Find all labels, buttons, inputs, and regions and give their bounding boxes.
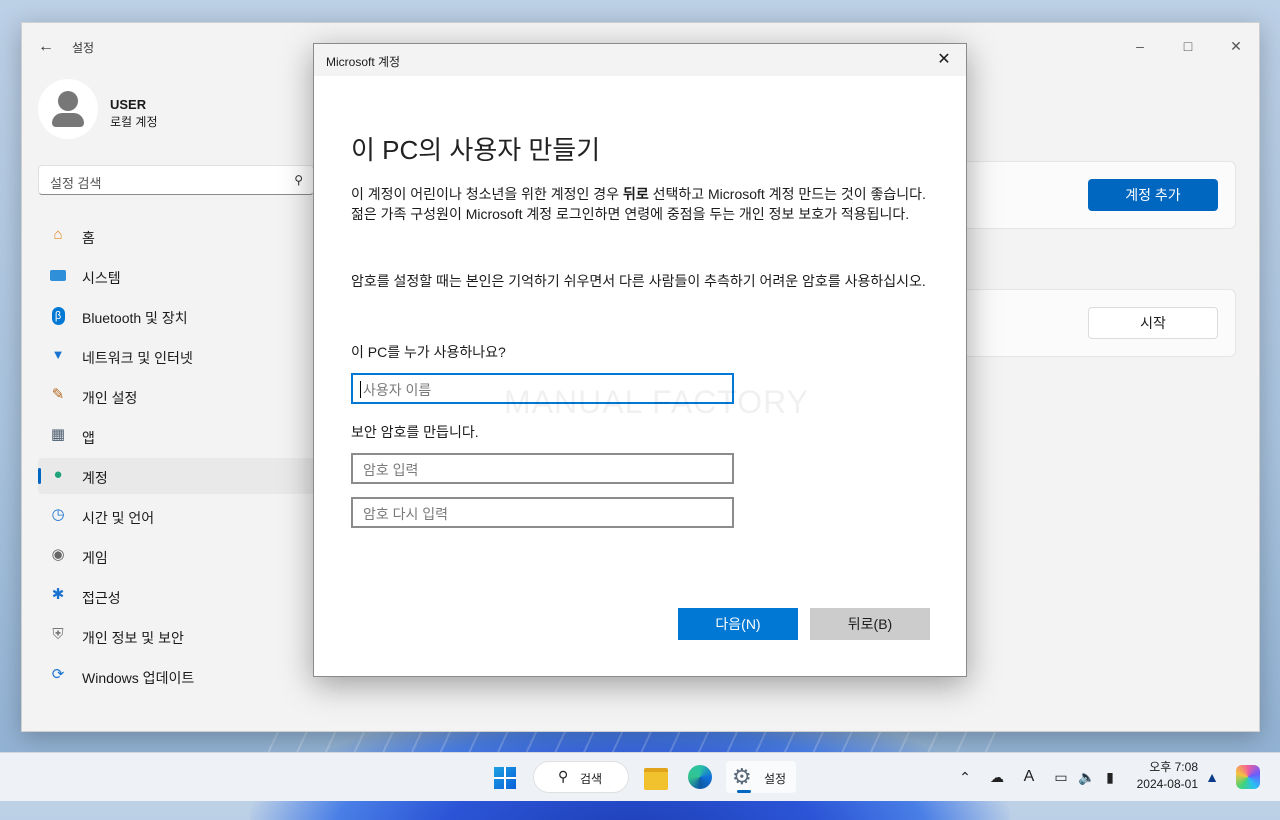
volume-icon[interactable]: 🔈 [1077, 767, 1097, 787]
taskbar-settings-app[interactable]: ⚙ 설정 [726, 761, 796, 793]
cloud-off-icon[interactable]: ☁ [987, 767, 1007, 787]
file-explorer-icon[interactable] [640, 761, 672, 793]
dialog-paragraph-password-tip: 암호를 설정할 때는 본인은 기억하기 쉬우면서 다른 사람들이 추측하기 어려… [351, 273, 926, 289]
clock[interactable]: 오후 7:08 2024-08-01 [1126, 759, 1198, 793]
brush-icon: ✎ [51, 386, 65, 403]
sidebar-item-label: 게임 [82, 550, 108, 566]
close-icon[interactable]: ✕ [1213, 31, 1259, 61]
password-confirm-input[interactable]: 암호 다시 입력 [351, 497, 734, 528]
taskbar-search-box[interactable]: ⚲ 검색 [533, 761, 629, 793]
sidebar-item-time-language[interactable]: ◷ 시간 및 언어 [38, 498, 338, 534]
sidebar-item-label: 앱 [82, 430, 95, 446]
gear-icon: ⚙ [732, 764, 752, 789]
avatar [38, 79, 98, 139]
dialog-close-icon[interactable]: ✕ [932, 50, 956, 70]
clock-time: 오후 7:08 [1149, 760, 1198, 774]
create-password-label: 보안 암호를 만듭니다. [351, 424, 479, 440]
settings-app-label: 설정 [764, 772, 787, 786]
sidebar-item-label: 시간 및 언어 [82, 510, 155, 526]
globe-clock-icon: ◷ [51, 506, 65, 523]
dialog-title: Microsoft 계정 [326, 55, 401, 69]
back-button[interactable]: 뒤로(B) [810, 608, 930, 640]
system-icon [48, 265, 68, 285]
dialog-titlebar: Microsoft 계정 ✕ [314, 44, 966, 76]
password-confirm-placeholder: 암호 다시 입력 [363, 506, 449, 522]
bluetooth-icon: β [48, 305, 68, 325]
update-icon: ⟳ [51, 666, 65, 683]
sidebar-item-label: 개인 정보 및 보안 [82, 630, 184, 646]
sidebar-item-accounts[interactable]: ● 계정 [38, 458, 338, 494]
next-button[interactable]: 다음(N) [678, 608, 798, 640]
who-uses-pc-label: 이 PC를 누가 사용하나요? [351, 344, 506, 360]
shield-icon: ⛨ [52, 626, 64, 643]
search-icon: ⚲ [294, 173, 303, 187]
sidebar-item-label: 개인 설정 [82, 390, 138, 406]
clock-date: 2024-08-01 [1136, 777, 1198, 791]
sidebar-item-label: Windows 업데이트 [82, 670, 195, 686]
edge-browser-icon[interactable] [684, 761, 716, 793]
sidebar-item-label: 접근성 [82, 590, 121, 606]
sidebar-item-gaming[interactable]: ◉ 게임 [38, 538, 338, 574]
search-icon: ⚲ [558, 768, 569, 784]
sidebar-item-home[interactable]: ⌂ 홈 [38, 218, 338, 254]
add-account-button[interactable]: 계정 추가 [1088, 179, 1218, 211]
sidebar-nav: ⌂ 홈 시스템 β Bluetooth 및 장치 ▼ 네트워크 및 인터넷 ✎ … [38, 218, 338, 698]
sidebar-item-label: 시스템 [82, 270, 121, 286]
chevron-up-icon[interactable]: ⌃ [955, 767, 975, 787]
accessibility-icon: ✱ [51, 586, 65, 603]
wifi-icon: ▼ [51, 347, 65, 362]
device-icon[interactable]: ▭ [1051, 767, 1071, 787]
sidebar-item-bluetooth[interactable]: β Bluetooth 및 장치 [38, 298, 338, 334]
bell-icon[interactable]: ▲ [1202, 767, 1222, 787]
start-button[interactable]: 시작 [1088, 307, 1218, 339]
back-arrow-icon[interactable]: ← [36, 37, 56, 57]
sidebar-item-accessibility[interactable]: ✱ 접근성 [38, 578, 338, 614]
settings-search-input[interactable]: 설정 검색 ⚲ [38, 165, 314, 195]
ime-icon[interactable]: A [1019, 767, 1039, 787]
battery-icon[interactable]: ▮ [1100, 767, 1120, 787]
password-placeholder: 암호 입력 [363, 462, 419, 478]
taskbar: ⚲ 검색 ⚙ 설정 ⌃ ☁ A ▭ 🔈 ▮ 오후 7:08 2024-08-01… [0, 752, 1280, 801]
sidebar-item-system[interactable]: 시스템 [38, 258, 338, 294]
dialog-heading: 이 PC의 사용자 만들기 [351, 135, 601, 165]
sidebar-item-label: 홈 [82, 230, 95, 246]
windows-logo-icon [494, 767, 516, 789]
sidebar-item-network[interactable]: ▼ 네트워크 및 인터넷 [38, 338, 338, 374]
sidebar-item-label: 네트워크 및 인터넷 [82, 350, 193, 366]
apps-icon: ▦ [50, 426, 66, 443]
sidebar-item-label: Bluetooth 및 장치 [82, 310, 188, 326]
maximize-icon[interactable]: □ [1165, 31, 1211, 61]
create-user-dialog: Microsoft 계정 ✕ 이 PC의 사용자 만들기 이 계정이 어린이나 … [313, 43, 967, 677]
sidebar-item-windows-update[interactable]: ⟳ Windows 업데이트 [38, 658, 338, 694]
sidebar-item-label: 계정 [82, 470, 108, 486]
username-placeholder: 사용자 이름 [359, 381, 432, 398]
minimize-icon[interactable]: – [1117, 31, 1163, 61]
watermark: MANUAL FACTORY [504, 384, 810, 420]
sidebar-item-privacy[interactable]: ⛨ 개인 정보 및 보안 [38, 618, 338, 654]
account-icon: ● [53, 466, 63, 483]
user-account-type: 로컬 계정 [110, 115, 158, 129]
taskbar-search-label: 검색 [580, 772, 603, 786]
settings-title: 설정 [72, 41, 95, 55]
sidebar-item-apps[interactable]: ▦ 앱 [38, 418, 338, 454]
copilot-icon[interactable] [1236, 765, 1260, 789]
active-app-indicator [737, 790, 751, 793]
home-icon: ⌂ [53, 226, 63, 243]
password-input[interactable]: 암호 입력 [351, 453, 734, 484]
sidebar-item-personalization[interactable]: ✎ 개인 설정 [38, 378, 338, 414]
user-name: USER [110, 97, 147, 112]
start-menu-button[interactable] [488, 761, 522, 793]
gamepad-icon: ◉ [51, 546, 65, 563]
dialog-paragraph-child-account: 이 계정이 어린이나 청소년을 위한 계정인 경우 뒤로 선택하고 Micros… [351, 186, 926, 222]
search-placeholder: 설정 검색 [50, 176, 102, 191]
